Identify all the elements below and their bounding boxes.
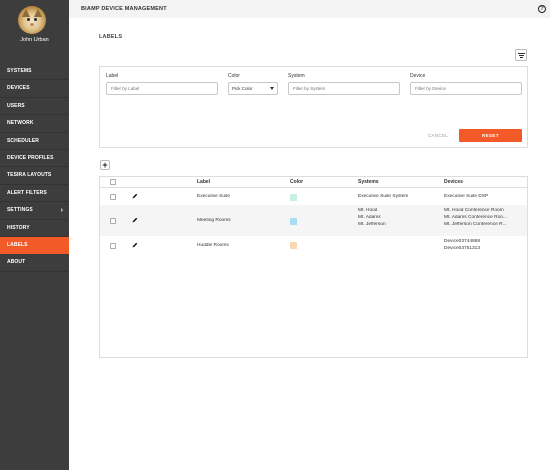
row-color-swatch — [290, 218, 297, 225]
add-label-button[interactable]: + — [100, 160, 110, 170]
row-system: Mt. Hood — [358, 208, 378, 213]
filter-toggle-button[interactable] — [515, 49, 527, 61]
system-filter-input[interactable] — [288, 82, 400, 95]
header-label[interactable]: Label — [197, 179, 210, 185]
row-device: Mt. Adams Conference Roo... — [444, 215, 507, 220]
labels-table: Label Color Systems Devices Executive Su… — [99, 176, 528, 358]
cancel-button[interactable]: CANCEL — [428, 133, 448, 138]
sidebar-item-device-profiles[interactable]: DEVICE PROFILES — [0, 150, 69, 168]
sidebar-item-label: SCHEDULER — [7, 137, 40, 144]
sidebar-item-about[interactable]: ABOUT — [0, 254, 69, 272]
reset-button[interactable]: RESET — [459, 129, 522, 142]
sidebar-item-label: TESIRA LAYOUTS — [7, 172, 52, 179]
label-filter-title: Label — [106, 73, 119, 79]
sidebar-item-history[interactable]: HISTORY — [0, 220, 69, 237]
app-title: BIAMP DEVICE MANAGEMENT — [81, 6, 167, 12]
avatar[interactable] — [18, 6, 46, 34]
row-label: Meeting Rooms — [197, 218, 231, 223]
row-system: Executive Suite System — [358, 194, 409, 199]
color-filter-title: Color — [228, 73, 240, 79]
pencil-icon[interactable] — [132, 242, 138, 248]
row-checkbox[interactable] — [110, 218, 116, 224]
sidebar-item-label: SETTINGS — [7, 207, 33, 214]
chevron-down-icon — [270, 87, 274, 90]
sidebar-item-label: ALERT FILTERS — [7, 189, 47, 196]
pencil-icon[interactable] — [132, 217, 138, 223]
pencil-icon[interactable] — [132, 193, 138, 199]
header-systems[interactable]: Systems — [358, 179, 379, 185]
main-content: LABELS Label Color Pick Color System Dev… — [69, 18, 550, 470]
sidebar-item-label: SYSTEMS — [7, 68, 32, 74]
header-color[interactable]: Color — [290, 179, 303, 185]
color-filter-select[interactable]: Pick Color — [228, 82, 278, 95]
sidebar-item-label: DEVICE PROFILES — [7, 154, 54, 161]
table-header: Label Color Systems Devices — [100, 177, 527, 188]
table-row[interactable]: Executive Suite Executive Suite System E… — [100, 189, 527, 205]
device-filter-input[interactable] — [410, 82, 522, 95]
sidebar-item-label: ABOUT — [7, 259, 26, 266]
sidebar-item-scheduler[interactable]: SCHEDULER — [0, 133, 69, 150]
sidebar-item-label: NETWORK — [7, 120, 34, 127]
row-device: Device03744958 — [444, 239, 481, 244]
sidebar-item-systems[interactable]: SYSTEMS — [0, 63, 69, 81]
page-title: LABELS — [99, 34, 123, 40]
row-system: Mt. Jefferson — [358, 222, 386, 227]
sidebar-item-label: DEVICES — [7, 85, 30, 92]
chevron-right-icon: › — [60, 207, 63, 215]
sidebar-item-network[interactable]: NETWORK — [0, 115, 69, 133]
filter-panel: Label Color Pick Color System Device CAN… — [99, 66, 528, 148]
help-icon[interactable]: ? — [538, 5, 546, 13]
sidebar-item-alert-filters[interactable]: ALERT FILTERS — [0, 185, 69, 203]
sidebar-item-labels[interactable]: LABELS — [0, 236, 69, 255]
sidebar: John Urban SYSTEMS DEVICES USERS NETWORK… — [0, 0, 69, 470]
row-label: Executive Suite — [197, 194, 231, 199]
sidebar-item-tesira-layouts[interactable]: TESIRA LAYOUTS — [0, 167, 69, 185]
user-name: John Urban — [20, 37, 49, 43]
filter-icon — [518, 53, 525, 54]
row-color-swatch — [290, 242, 297, 249]
header-devices[interactable]: Devices — [444, 179, 463, 185]
sidebar-nav: SYSTEMS DEVICES USERS NETWORK SCHEDULER … — [0, 63, 69, 272]
table-row[interactable]: Huddle Rooms Device03744958 Device037513… — [100, 236, 527, 256]
sidebar-item-label: HISTORY — [7, 224, 30, 231]
sidebar-item-devices[interactable]: DEVICES — [0, 80, 69, 98]
row-color-swatch — [290, 194, 297, 201]
row-checkbox[interactable] — [110, 243, 116, 249]
label-filter-input[interactable] — [106, 82, 218, 95]
sidebar-item-label: LABELS — [7, 241, 28, 248]
row-system: Mt. Adams — [358, 215, 381, 220]
row-label: Huddle Rooms — [197, 243, 229, 248]
device-filter-title: Device — [410, 73, 426, 79]
row-device: Device03751313 — [444, 246, 481, 251]
sidebar-item-users[interactable]: USERS — [0, 98, 69, 116]
sidebar-item-settings[interactable]: SETTINGS › — [0, 202, 69, 220]
sidebar-item-label: USERS — [7, 102, 25, 109]
table-row[interactable]: Meeting Rooms Mt. Hood Mt. Adams Mt. Jef… — [100, 205, 527, 236]
select-all-checkbox[interactable] — [110, 179, 116, 185]
row-device: Mt. Hood Conference Room — [444, 208, 504, 213]
row-device: Mt. Jefferson Conference R... — [444, 222, 507, 227]
row-checkbox[interactable] — [110, 194, 116, 200]
header: BIAMP DEVICE MANAGEMENT ? — [69, 0, 550, 18]
row-device: Executive Suite DSP — [444, 194, 489, 199]
system-filter-title: System — [288, 73, 305, 79]
color-filter-value: Pick Color — [232, 86, 253, 91]
